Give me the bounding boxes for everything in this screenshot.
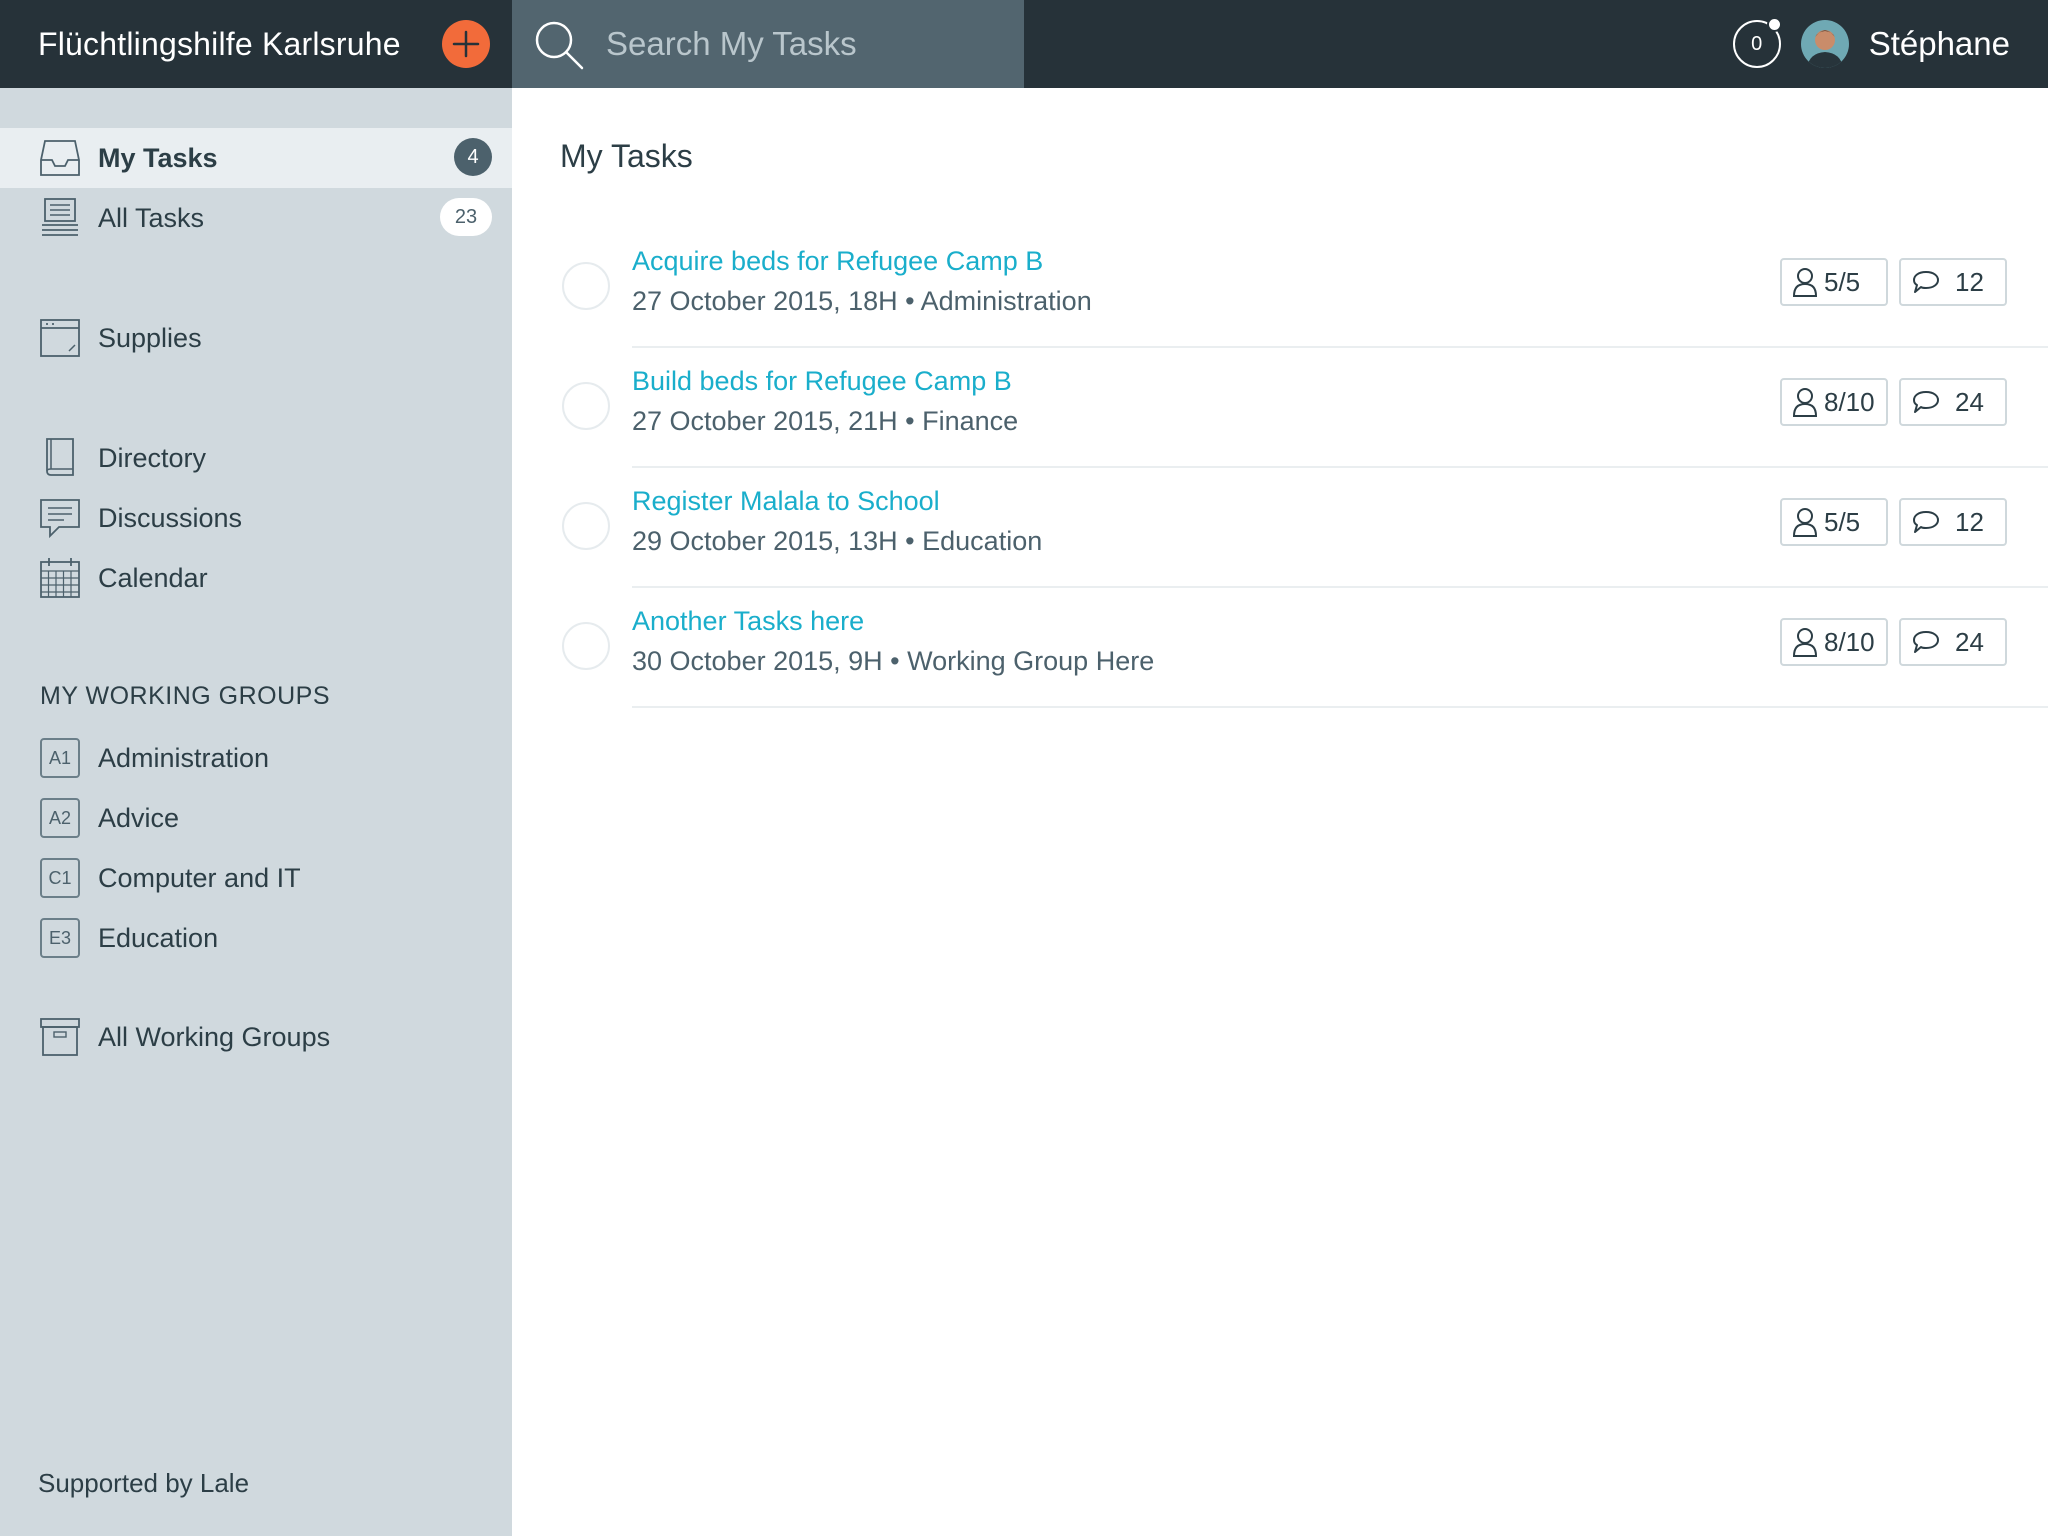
comments-count: 12	[1955, 506, 1984, 537]
sidebar-item-label: Computer and IT	[98, 862, 301, 893]
chat-icon	[38, 496, 82, 540]
task-complete-checkbox[interactable]	[562, 262, 610, 310]
group-code-badge: A1	[40, 738, 80, 778]
members-count: 5/5	[1824, 266, 1861, 297]
sidebar-item-label: Calendar	[98, 562, 208, 593]
task-title-link[interactable]: Build beds for Refugee Camp B	[632, 366, 1012, 397]
comments-pill[interactable]: 24	[1899, 378, 2007, 426]
group-code-badge: C1	[40, 858, 80, 898]
sidebar-item-supplies[interactable]: Supplies	[0, 308, 512, 368]
plus-icon	[452, 30, 480, 58]
sidebar-item-group-advice[interactable]: A2 Advice	[0, 788, 512, 848]
task-row: Register Malala to School 29 October 201…	[512, 468, 2048, 588]
sidebar-item-calendar[interactable]: Calendar	[0, 548, 512, 608]
task-meta: 27 October 2015, 18H • Administration	[632, 286, 1092, 316]
sidebar-item-my-tasks[interactable]: My Tasks 4	[0, 128, 512, 188]
page-title: My Tasks	[560, 138, 693, 174]
person-icon	[1792, 628, 1818, 657]
person-icon	[1792, 268, 1818, 297]
task-meta: 29 October 2015, 13H • Education	[632, 526, 1043, 556]
stack-icon	[38, 196, 82, 240]
count-badge: 23	[440, 198, 492, 236]
sidebar-item-all-working-groups[interactable]: All Working Groups	[0, 1007, 512, 1067]
comments-count: 24	[1955, 386, 1984, 417]
comments-count: 12	[1955, 266, 1984, 297]
user-name[interactable]: Stéphane	[1869, 25, 2010, 63]
members-pill[interactable]: 8/10	[1780, 618, 1888, 666]
sidebar-item-group-education[interactable]: E3 Education	[0, 908, 512, 968]
sidebar-item-directory[interactable]: Directory	[0, 428, 512, 488]
members-count: 8/10	[1824, 626, 1875, 657]
org-name[interactable]: Flüchtlingshilfe Karlsruhe	[38, 26, 401, 63]
search-bar	[512, 0, 1024, 88]
task-meta: 27 October 2015, 21H • Finance	[632, 406, 1019, 436]
archive-icon	[38, 1015, 82, 1059]
members-count: 8/10	[1824, 386, 1875, 417]
search-input[interactable]	[606, 18, 1006, 70]
sidebar-item-label: All Working Groups	[98, 1021, 331, 1052]
user-area: 0 Stéphane	[1732, 0, 2010, 88]
comment-icon	[1913, 271, 1939, 293]
task-title-link[interactable]: Register Malala to School	[632, 486, 940, 517]
sidebar-item-group-administration[interactable]: A1 Administration	[0, 728, 512, 788]
sidebar-item-label: All Tasks	[98, 202, 205, 233]
search-icon[interactable]	[532, 18, 586, 72]
main-content: My Tasks Acquire beds for Refugee Camp B…	[512, 88, 2048, 1536]
comment-icon	[1913, 511, 1939, 533]
notification-count: 0	[1751, 32, 1763, 55]
sidebar-item-label: Education	[98, 922, 219, 953]
task-complete-checkbox[interactable]	[562, 622, 610, 670]
group-code-badge: A2	[40, 798, 80, 838]
comments-count: 24	[1955, 626, 1984, 657]
comments-pill[interactable]: 12	[1899, 258, 2007, 306]
avatar-image	[1800, 20, 1849, 68]
notification-dot-icon	[1766, 17, 1782, 32]
comment-icon	[1913, 391, 1939, 413]
sidebar-item-label: Supplies	[98, 322, 202, 353]
sidebar-footer: Supported by Lale	[38, 1468, 250, 1498]
comments-pill[interactable]: 24	[1899, 618, 2007, 666]
group-code-badge: E3	[40, 918, 80, 958]
task-title-link[interactable]: Another Tasks here	[632, 606, 864, 637]
sidebar-item-label: Advice	[98, 802, 180, 833]
divider	[632, 706, 2048, 708]
sidebar-item-discussions[interactable]: Discussions	[0, 488, 512, 548]
top-bar: Flüchtlingshilfe Karlsruhe 0 Stéphane	[0, 0, 2048, 88]
calendar-icon	[38, 556, 82, 600]
members-pill[interactable]: 5/5	[1780, 258, 1888, 306]
sidebar-item-group-computer-it[interactable]: C1 Computer and IT	[0, 848, 512, 908]
inbox-icon	[38, 136, 82, 180]
task-row: Acquire beds for Refugee Camp B 27 Octob…	[512, 228, 2048, 348]
task-row: Build beds for Refugee Camp B 27 October…	[512, 348, 2048, 468]
sidebar-item-label: My Tasks	[98, 142, 218, 173]
book-icon	[38, 436, 82, 480]
sidebar-item-label: Administration	[98, 742, 270, 773]
members-pill[interactable]: 8/10	[1780, 378, 1888, 426]
sidebar-item-label: Discussions	[98, 502, 243, 533]
notification-counter[interactable]: 0	[1732, 17, 1782, 68]
box-icon	[38, 316, 82, 360]
task-complete-checkbox[interactable]	[562, 502, 610, 550]
task-title-link[interactable]: Acquire beds for Refugee Camp B	[632, 246, 1043, 277]
task-row: Another Tasks here 30 October 2015, 9H •…	[512, 588, 2048, 708]
person-icon	[1792, 508, 1818, 537]
members-pill[interactable]: 5/5	[1780, 498, 1888, 546]
add-button[interactable]	[442, 20, 490, 68]
count-badge: 4	[454, 138, 492, 176]
sidebar-item-label: Directory	[98, 442, 207, 473]
task-complete-checkbox[interactable]	[562, 382, 610, 430]
brand-area: Flüchtlingshilfe Karlsruhe	[0, 0, 512, 88]
comment-icon	[1913, 631, 1939, 653]
avatar[interactable]	[1800, 20, 1849, 68]
members-count: 5/5	[1824, 506, 1861, 537]
person-icon	[1792, 388, 1818, 417]
sidebar: My Tasks 4 All Tasks 23 Supplies Directo…	[0, 88, 512, 1536]
comments-pill[interactable]: 12	[1899, 498, 2007, 546]
task-meta: 30 October 2015, 9H • Working Group Here	[632, 646, 1155, 676]
working-groups-header: MY WORKING GROUPS	[40, 682, 331, 710]
sidebar-item-all-tasks[interactable]: All Tasks 23	[0, 188, 512, 248]
